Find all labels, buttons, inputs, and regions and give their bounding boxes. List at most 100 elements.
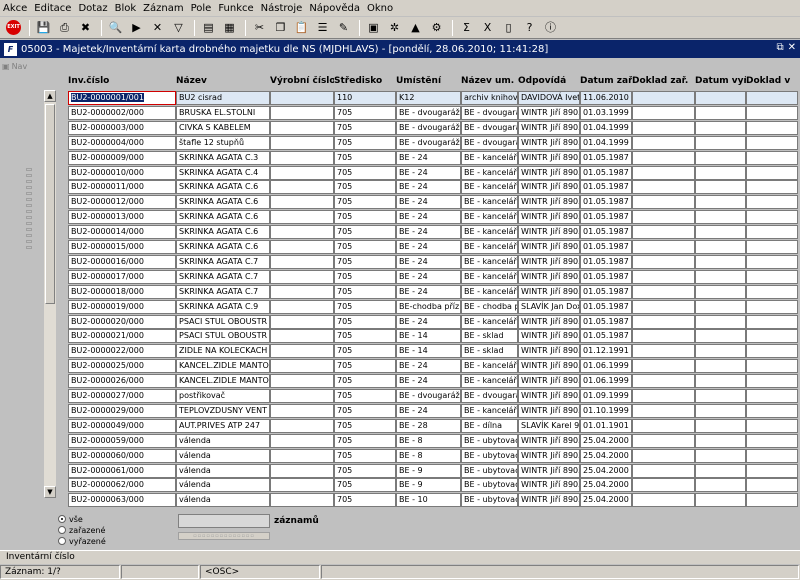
table-row[interactable]: BU2-0000014/000 SKRINKA AGATA C.6 705 BE - …: [0, 225, 800, 240]
cell-3[interactable]: 705: [334, 195, 396, 210]
table-row[interactable]: BU2-0000012/000 SKRINKA AGATA C.6 705 BE - …: [0, 195, 800, 210]
cell-1[interactable]: KANCEL.ZIDLE MANTO: [176, 374, 270, 389]
cell-3[interactable]: 705: [334, 299, 396, 314]
cell-6[interactable]: WINTR Jiří 8903: [518, 240, 580, 254]
table-row[interactable]: BU2-0000018/000 SKRINKA AGATA C.7 705 BE - …: [0, 284, 800, 300]
menu-5[interactable]: Pole: [191, 3, 212, 14]
table-row[interactable]: BU2-0000017/000 SKRINKA AGATA C.7 705 BE - …: [0, 269, 800, 285]
cell-7[interactable]: 01.05.1987: [580, 299, 632, 314]
cell-2[interactable]: [270, 374, 334, 389]
cell-6[interactable]: WINTR Jiří 8903: [518, 448, 580, 463]
cell-10[interactable]: [746, 269, 798, 284]
radio-icon[interactable]: [58, 537, 66, 545]
cell-5[interactable]: BE - kancelář: [461, 269, 518, 284]
cell-8[interactable]: [632, 254, 695, 269]
table-row[interactable]: BU2-0000026/000 KANCEL.ZIDLE MANTO 705 BE -…: [0, 374, 800, 389]
cell-3[interactable]: 705: [334, 448, 396, 463]
cell-1[interactable]: SKRINKA AGATA C.6: [176, 240, 270, 254]
cell-5[interactable]: BE - sklad: [461, 329, 518, 344]
cell-0[interactable]: BU2-0000012/000: [68, 195, 176, 210]
cell-10[interactable]: [746, 314, 798, 329]
cell-8[interactable]: [632, 195, 695, 210]
cell-0[interactable]: BU2-0000015/000: [68, 240, 176, 254]
cell-3[interactable]: 705: [334, 389, 396, 403]
cell-5[interactable]: archiv knihovr: [461, 91, 518, 105]
cell-10[interactable]: [746, 150, 798, 165]
cell-9[interactable]: [695, 374, 746, 389]
warning-icon[interactable]: ▲: [406, 18, 425, 37]
table-row[interactable]: BU2-0000022/000 ZIDLE NA KOLECKACH 705 BE -…: [0, 344, 800, 359]
cell-8[interactable]: [632, 299, 695, 314]
cell-4[interactable]: BE - 24: [396, 150, 461, 165]
cell-9[interactable]: [695, 165, 746, 180]
cell-10[interactable]: [746, 493, 798, 508]
radio-icon[interactable]: [58, 526, 66, 534]
radio-icon[interactable]: [58, 515, 66, 523]
cell-5[interactable]: BE - kancelář: [461, 254, 518, 269]
cell-9[interactable]: [695, 389, 746, 403]
table-row[interactable]: BU2-0000010/000 SKRINKA AGATA C.4 705 BE - …: [0, 165, 800, 181]
cell-6[interactable]: DAVIDOVÁ Ivet: [518, 91, 580, 105]
cell-8[interactable]: [632, 284, 695, 299]
cell-10[interactable]: [746, 240, 798, 254]
cell-5[interactable]: BE - kancelář: [461, 150, 518, 165]
cell-7[interactable]: 01.05.1987: [580, 225, 632, 240]
cell-7[interactable]: 25.04.2000: [580, 463, 632, 478]
cell-6[interactable]: WINTR Jiří 8903: [518, 389, 580, 403]
cell-3[interactable]: 705: [334, 433, 396, 448]
cell-4[interactable]: BE - 28: [396, 418, 461, 433]
cell-3[interactable]: 705: [334, 120, 396, 135]
cell-8[interactable]: [632, 463, 695, 478]
exit-button[interactable]: EXIT: [4, 18, 23, 37]
menu-6[interactable]: Funkce: [218, 3, 253, 14]
save-icon[interactable]: 💾: [34, 18, 53, 37]
cell-0[interactable]: BU2-0000061/000: [68, 463, 176, 478]
cell-10[interactable]: [746, 403, 798, 418]
cell-7[interactable]: 01.06.1999: [580, 374, 632, 389]
cell-1[interactable]: SKRINKA AGATA C.7: [176, 269, 270, 284]
cell-2[interactable]: [270, 180, 334, 195]
cell-1[interactable]: válenda: [176, 478, 270, 493]
cell-9[interactable]: [695, 329, 746, 344]
cell-2[interactable]: [270, 150, 334, 165]
cell-2[interactable]: [270, 448, 334, 463]
table-row[interactable]: BU2-0000001/001 BU2 cisrad 110 K12 archiv kn…: [0, 91, 800, 106]
cell-4[interactable]: BE-chodba příz.: [396, 299, 461, 314]
table-row[interactable]: BU2-0000009/000 SKRINKA AGATA C.3 705 BE - …: [0, 150, 800, 166]
cell-8[interactable]: [632, 269, 695, 284]
sigma-icon[interactable]: Σ: [457, 18, 476, 37]
cell-9[interactable]: [695, 433, 746, 448]
menu-4[interactable]: Záznam: [143, 3, 183, 14]
cell-10[interactable]: [746, 389, 798, 403]
menu-0[interactable]: Akce: [3, 3, 27, 14]
cell-5[interactable]: BE - kancelář: [461, 180, 518, 195]
cell-6[interactable]: WINTR Jiří 8903: [518, 210, 580, 225]
table-row[interactable]: BU2-0000061/000 válenda 705 BE - 9 BE - ubyt…: [0, 463, 800, 479]
close-icon[interactable]: ✕: [788, 42, 796, 53]
table-row[interactable]: BU2-0000059/000 válenda 705 BE - 8 BE - ubyt…: [0, 433, 800, 449]
cell-9[interactable]: [695, 299, 746, 314]
cell-2[interactable]: [270, 418, 334, 433]
column-header-3[interactable]: Středisko: [334, 76, 396, 86]
cell-5[interactable]: BE - ubytovac: [461, 433, 518, 448]
tools-icon[interactable]: ✲: [385, 18, 404, 37]
cell-8[interactable]: [632, 374, 695, 389]
column-header-1[interactable]: Název: [176, 76, 270, 86]
cell-9[interactable]: [695, 448, 746, 463]
cell-7[interactable]: 01.05.1987: [580, 165, 632, 180]
cell-0[interactable]: BU2-0000009/000: [68, 150, 176, 165]
table-row[interactable]: BU2-0000062/000 válenda 705 BE - 9 BE - ubyt…: [0, 478, 800, 493]
cell-4[interactable]: K12: [396, 91, 461, 105]
menu-9[interactable]: Okno: [367, 3, 393, 14]
cell-1[interactable]: SKRINKA AGATA C.7: [176, 284, 270, 299]
cell-3[interactable]: 705: [334, 180, 396, 195]
cell-2[interactable]: [270, 403, 334, 418]
filter-option-2[interactable]: vyřazené: [58, 536, 106, 546]
cell-10[interactable]: [746, 105, 798, 120]
cell-1[interactable]: postřikovač: [176, 389, 270, 403]
cell-0[interactable]: BU2-0000059/000: [68, 433, 176, 448]
cell-6[interactable]: WINTR Jiří 8903: [518, 195, 580, 210]
cell-3[interactable]: 705: [334, 314, 396, 329]
cell-4[interactable]: BE - 8: [396, 448, 461, 463]
cell-5[interactable]: BE - dvougará: [461, 105, 518, 120]
